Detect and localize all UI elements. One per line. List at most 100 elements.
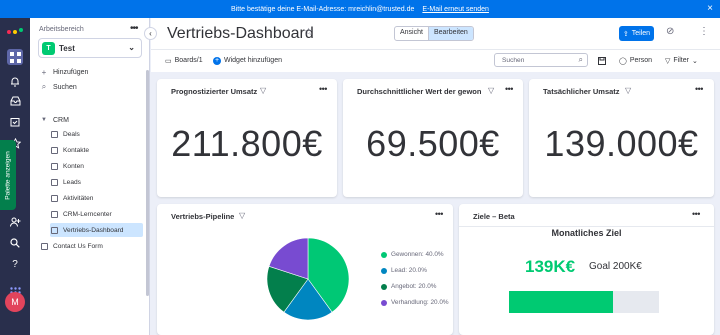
- sidebar-item-accounts[interactable]: Konten: [50, 159, 143, 173]
- add-button[interactable]: + Hinzufügen: [40, 65, 89, 79]
- search-icon: ⌕: [578, 55, 583, 64]
- add-widget-button[interactable]: + Widget hinzufügen: [213, 54, 282, 67]
- sidebar-item-label: Kontakte: [63, 146, 90, 154]
- dashboard-main: Vertriebs-Dashboard ☆ Ansicht Bearbeiten…: [151, 18, 720, 335]
- show-palette-tab[interactable]: Palette anzeigen: [0, 140, 16, 210]
- boards-icon: ▭: [165, 57, 172, 65]
- widget-more-icon[interactable]: •••: [505, 84, 513, 94]
- goal-current-value: 139K€: [525, 257, 576, 276]
- workspace-sidebar: Arbeitsbereich ••• T Test ⌄ + Hinzufügen…: [30, 18, 150, 335]
- boards-button[interactable]: ▭ Boards/1: [165, 54, 203, 67]
- inbox-icon[interactable]: [7, 93, 23, 109]
- legend-label: Lead: 20.0%: [391, 267, 427, 274]
- caret-down-icon: ▼: [41, 117, 47, 123]
- email-verification-banner: Bitte bestätige deine E-Mail-Adresse: mr…: [0, 0, 720, 18]
- banner-message: Bitte bestätige deine E-Mail-Adresse: mr…: [231, 5, 415, 13]
- widget-title: Durchschnittlicher Wert der gewon...: [357, 87, 482, 96]
- widget-more-icon[interactable]: •••: [435, 209, 443, 219]
- pipeline-pie-chart: [266, 237, 350, 321]
- widget-more-icon[interactable]: •••: [692, 209, 700, 219]
- save-icon[interactable]: [598, 54, 606, 67]
- more-options-icon[interactable]: ⋮: [699, 26, 709, 37]
- sidebar-item-deals[interactable]: Deals: [50, 127, 143, 141]
- plus-circle-icon: +: [213, 56, 221, 65]
- avg-deal-value-widget: Durchschnittlicher Wert der gewon... ▽ •…: [343, 79, 523, 197]
- workspace-selector[interactable]: T Test ⌄: [38, 38, 142, 58]
- view-mode-button[interactable]: Ansicht: [395, 27, 428, 40]
- widget-more-icon[interactable]: •••: [695, 84, 703, 94]
- sidebar-item-label: CRM-Lerncenter: [63, 210, 112, 218]
- avatar[interactable]: M: [5, 292, 25, 312]
- monday-logo-icon[interactable]: [6, 22, 24, 38]
- automation-icon[interactable]: ⊘: [666, 26, 674, 37]
- widget-title: Ziele – Beta: [473, 212, 515, 221]
- workspace-label: Arbeitsbereich: [39, 26, 84, 33]
- legend-label: Angebot: 20.0%: [391, 283, 437, 290]
- widget-title: Vertriebs-Pipeline: [171, 212, 235, 221]
- workspace-grid-icon[interactable]: [7, 49, 23, 65]
- filter-icon[interactable]: ▽: [625, 86, 631, 95]
- crm-folder-label: CRM: [53, 116, 69, 124]
- legend-item: Gewonnen: 40.0%: [381, 251, 444, 258]
- widget-value: 69.500€: [366, 123, 500, 164]
- sidebar-item-contacts[interactable]: Kontakte: [50, 143, 143, 157]
- widget-value: 211.800€: [171, 123, 323, 164]
- form-icon: [41, 242, 48, 250]
- close-icon[interactable]: ×: [707, 3, 713, 14]
- widget-more-icon[interactable]: •••: [319, 84, 327, 94]
- invite-members-icon[interactable]: [7, 214, 23, 230]
- help-icon[interactable]: ?: [7, 256, 23, 272]
- legend-item: Lead: 20.0%: [381, 267, 427, 274]
- person-filter-button[interactable]: ◯ Person: [619, 54, 652, 67]
- plus-icon: +: [41, 67, 47, 77]
- filter-icon[interactable]: ▽: [260, 86, 266, 95]
- search-input[interactable]: Suchen ⌕: [494, 53, 588, 67]
- crm-folder[interactable]: ▼ CRM: [40, 113, 69, 127]
- chevron-down-icon: ⌄: [128, 43, 135, 52]
- search-icon[interactable]: [7, 235, 23, 251]
- sidebar-search-button[interactable]: ⌕ Suchen: [40, 80, 77, 94]
- add-widget-label: Widget hinzufügen: [224, 57, 282, 64]
- sidebar-item-label: Contact Us Form: [53, 242, 103, 250]
- sidebar-scrollbar[interactable]: [146, 70, 149, 296]
- filter-icon[interactable]: ▽: [488, 86, 494, 95]
- person-icon: ◯: [619, 57, 627, 65]
- edit-mode-button[interactable]: Bearbeiten: [427, 27, 473, 40]
- resend-email-link[interactable]: E-Mail erneut senden: [422, 6, 489, 13]
- widget-value: 139.000€: [544, 123, 699, 164]
- favorite-star-icon[interactable]: ☆: [304, 27, 313, 38]
- sidebar-item-leads[interactable]: Leads: [50, 175, 143, 189]
- forecast-revenue-widget: Prognostizierter Umsatz ▽ ••• 211.800€: [157, 79, 337, 197]
- sidebar-item-crm-learning-center[interactable]: CRM-Lerncenter: [50, 207, 143, 221]
- goal-target: Goal 200K€: [589, 261, 642, 272]
- sidebar-item-label: Leads: [63, 178, 81, 186]
- share-button[interactable]: ⇪ Teilen: [619, 26, 654, 41]
- legend-item: Angebot: 20.0%: [381, 283, 436, 290]
- show-palette-label: Palette anzeigen: [4, 150, 12, 200]
- goal-divider: [459, 226, 714, 227]
- search-placeholder: Suchen: [502, 56, 525, 64]
- dashboard-icon: [51, 226, 58, 234]
- search-label: Suchen: [53, 83, 77, 91]
- workspace-more-icon[interactable]: •••: [130, 23, 138, 34]
- sidebar-item-contact-us-form[interactable]: Contact Us Form: [40, 239, 133, 253]
- search-icon: ⌕: [41, 82, 47, 91]
- collapse-sidebar-icon[interactable]: ‹: [144, 27, 157, 40]
- dashboard-canvas: Prognostizierter Umsatz ▽ ••• 211.800€ D…: [151, 72, 720, 335]
- share-icon: ⇪: [622, 30, 629, 38]
- filter-icon[interactable]: ▽: [239, 211, 245, 220]
- sidebar-item-activities[interactable]: Aktivitäten: [50, 191, 143, 205]
- workspace-name: Test: [59, 43, 75, 53]
- sidebar-item-sales-dashboard[interactable]: Vertriebs-Dashboard: [50, 223, 143, 237]
- filter-button[interactable]: ▽ Filter ⌄: [665, 54, 698, 67]
- legend-swatch: [381, 251, 387, 258]
- legend-label: Verhandlung: 20.0%: [391, 299, 449, 306]
- person-label: Person: [629, 57, 653, 64]
- bell-icon[interactable]: [7, 73, 23, 89]
- legend-label: Gewonnen: 40.0%: [391, 251, 444, 258]
- my-work-icon[interactable]: [7, 114, 23, 130]
- share-label: Teilen: [631, 30, 651, 37]
- boards-label: Boards/1: [174, 57, 203, 64]
- board-icon: [51, 130, 58, 138]
- legend-swatch: [381, 267, 387, 274]
